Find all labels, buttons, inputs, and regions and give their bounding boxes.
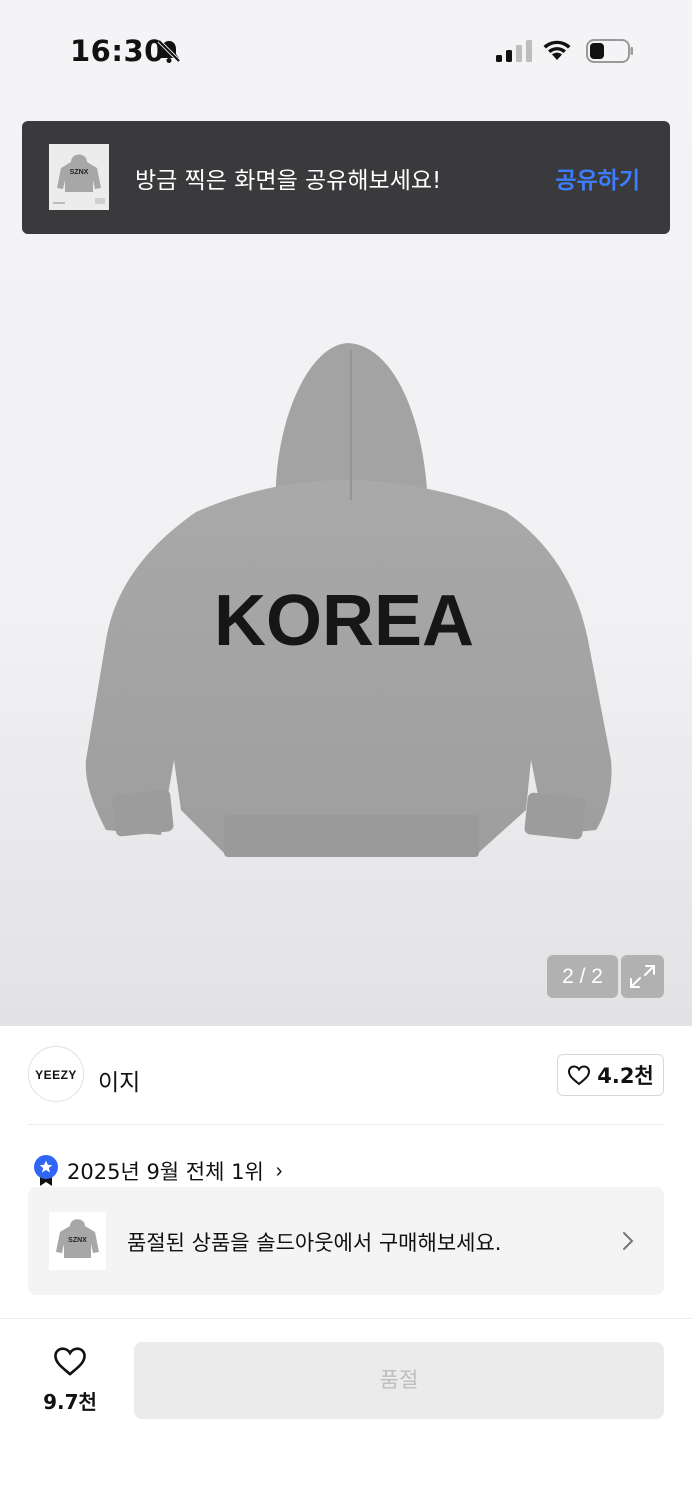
section-divider — [28, 1124, 664, 1125]
brand-row: YEEZY 이지 4.2천 — [0, 1026, 692, 1126]
thumbnail-print-text: SZNX — [70, 169, 89, 176]
wishlist-button[interactable]: 9.7천 — [36, 1345, 104, 1415]
sold-out-banner-text: 품절된 상품을 솔드아웃에서 구매해보세요. — [127, 1231, 502, 1255]
sold-out-button: 품절 — [134, 1342, 664, 1419]
bottom-bar-divider — [0, 1318, 692, 1319]
status-bar: 16:30 — [0, 0, 692, 100]
chevron-right-icon — [623, 1232, 634, 1250]
hoodie-print-text: KOREA — [214, 581, 474, 661]
status-time: 16:30 — [70, 34, 165, 68]
screenshot-thumbnail[interactable]: SZNX — [49, 144, 109, 210]
brand-name[interactable]: 이지 — [98, 1063, 140, 1097]
sold-out-banner[interactable]: SZNX 품절된 상품을 솔드아웃에서 구매해보세요. — [28, 1187, 664, 1295]
wishlist-count: 9.7천 — [43, 1390, 97, 1414]
share-toast-message: 방금 찍은 화면을 공유해보세요! — [135, 168, 442, 194]
hoodie-image: KOREA — [85, 343, 612, 857]
expand-image-button[interactable] — [621, 955, 664, 998]
image-page-indicator: 2 / 2 — [547, 955, 618, 998]
heart-icon — [568, 1065, 591, 1086]
ranking-text: 2025년 9월 전체 1위 — [67, 1160, 264, 1184]
expand-icon — [630, 965, 655, 988]
brand-like-button[interactable]: 4.2천 — [557, 1054, 664, 1096]
cellular-signal-icon — [496, 40, 532, 62]
wifi-icon — [543, 40, 571, 60]
banner-thumbnail-print-text: SZNX — [68, 1237, 87, 1244]
screenshot-share-toast: SZNX 방금 찍은 화면을 공유해보세요! 공유하기 — [22, 121, 670, 234]
banner-product-thumbnail: SZNX — [49, 1212, 106, 1270]
brand-logo[interactable]: YEEZY — [28, 1046, 84, 1102]
heart-icon — [54, 1347, 86, 1376]
ranking-link[interactable]: 2025년 9월 전체 1위 › — [33, 1155, 282, 1187]
bell-off-icon — [157, 39, 181, 63]
battery-icon — [586, 39, 633, 63]
share-button[interactable]: 공유하기 — [555, 161, 640, 195]
chevron-right-icon: › — [275, 1159, 283, 1182]
brand-like-count: 4.2천 — [597, 1064, 654, 1088]
ranking-badge-icon — [34, 1155, 58, 1186]
